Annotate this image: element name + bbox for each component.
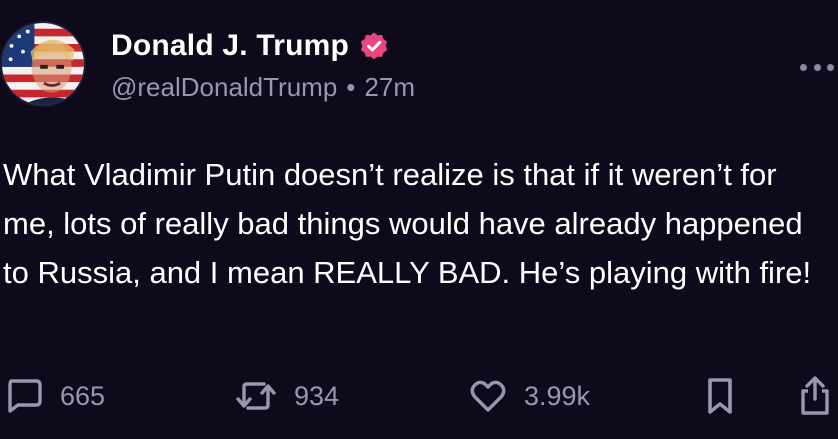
action-bar: 665 934 3.99k xyxy=(0,372,838,420)
post-header: Donald J. Trump @realDonaldTrump • 27m xyxy=(111,28,415,103)
post-text: What Vladimir Putin doesn’t realize is t… xyxy=(3,157,812,290)
post-timestamp[interactable]: 27m xyxy=(364,72,415,103)
author-handle[interactable]: @realDonaldTrump xyxy=(111,72,337,103)
bookmark-button[interactable] xyxy=(703,372,737,420)
like-count: 3.99k xyxy=(524,380,591,411)
more-options-button[interactable] xyxy=(800,60,834,74)
heart-icon xyxy=(470,380,506,412)
post-card: Donald J. Trump @realDonaldTrump • 27m W… xyxy=(0,0,838,439)
repost-count: 934 xyxy=(294,380,340,411)
meta-separator: • xyxy=(346,72,356,102)
more-horizontal-icon-dot xyxy=(813,63,821,71)
verified-badge-icon xyxy=(359,31,389,61)
reply-button[interactable]: 665 xyxy=(4,372,105,420)
reply-count: 665 xyxy=(60,380,106,411)
repost-arrows-icon xyxy=(236,382,276,410)
avatar-image xyxy=(2,23,84,105)
share-upload-icon xyxy=(801,376,829,415)
avatar[interactable] xyxy=(0,21,86,107)
repost-button[interactable]: 934 xyxy=(234,372,339,420)
share-button[interactable] xyxy=(797,372,833,420)
like-button[interactable]: 3.99k xyxy=(468,372,590,420)
more-horizontal-icon-dot xyxy=(800,63,807,71)
meta-row: @realDonaldTrump • 27m xyxy=(111,72,415,103)
author-display-name[interactable]: Donald J. Trump xyxy=(111,29,349,63)
bookmark-icon xyxy=(708,378,732,414)
more-horizontal-icon-dot xyxy=(827,63,834,71)
reply-bubble-icon xyxy=(8,379,42,413)
name-row: Donald J. Trump xyxy=(111,28,415,64)
